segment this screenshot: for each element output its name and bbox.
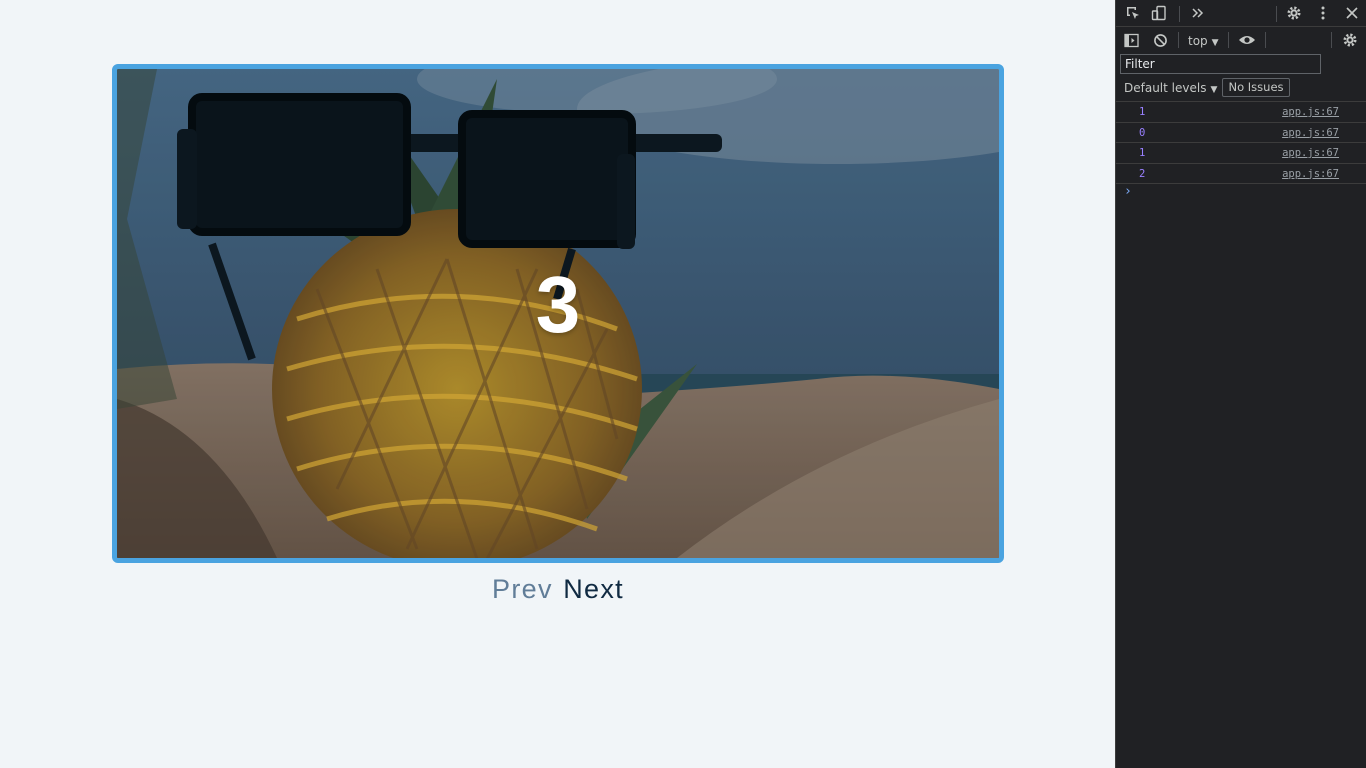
log-entry: 1 app.js:67 [1116, 102, 1366, 123]
log-source-link[interactable]: app.js:67 [1282, 147, 1339, 159]
dropdown-caret-icon: ▼ [1211, 38, 1219, 48]
console-toolbar [1116, 27, 1366, 53]
log-entry: 1 app.js:67 [1116, 143, 1366, 164]
log-value: 1 [1139, 106, 1146, 118]
log-entry: 2 app.js:67 [1116, 164, 1366, 184]
devtools-panel: top▼ Default levels▼ No Issues 1 app.js:… [1115, 0, 1366, 768]
console-prompt-icon[interactable]: › [1124, 184, 1132, 199]
close-icon[interactable] [1344, 5, 1360, 21]
slide-number: 3 [535, 260, 581, 349]
toolbar-divider [1178, 32, 1179, 48]
log-source-link[interactable]: app.js:67 [1282, 127, 1339, 139]
toolbar-divider [1228, 32, 1229, 48]
settings-icon[interactable] [1286, 5, 1302, 21]
sidebar-toggle-icon[interactable] [1124, 33, 1139, 48]
image-slider: 3 [112, 64, 1004, 563]
toolbar-divider [1265, 32, 1266, 48]
inspect-element-icon[interactable] [1125, 5, 1141, 21]
log-source-link[interactable]: app.js:67 [1282, 106, 1339, 118]
context-label: top [1188, 34, 1208, 48]
console-log: 1 app.js:67 0 app.js:67 1 app.js:67 2 ap… [1116, 101, 1366, 184]
context-selector[interactable]: top ▼ [1188, 34, 1219, 48]
slider-navigation: Prev Next [112, 574, 1004, 605]
issues-button[interactable]: No Issues [1222, 78, 1290, 97]
toolbar-divider [1276, 6, 1277, 22]
devtools-tabbar [1116, 0, 1366, 27]
log-source-link[interactable]: app.js:67 [1282, 168, 1339, 180]
log-levels-dropdown[interactable]: Default levels ▼ [1124, 81, 1217, 95]
dropdown-caret-icon: ▼ [1210, 85, 1218, 95]
log-value: 2 [1139, 167, 1146, 180]
console-filter-input[interactable] [1120, 54, 1321, 74]
log-levels-label: Default levels [1124, 81, 1207, 95]
more-tabs-icon[interactable] [1191, 6, 1205, 20]
live-expression-icon[interactable] [1238, 33, 1256, 47]
next-button[interactable]: Next [560, 574, 627, 605]
kebab-menu-icon[interactable] [1315, 5, 1331, 21]
log-value: 0 [1139, 126, 1146, 139]
log-entry: 0 app.js:67 [1116, 123, 1366, 143]
device-toolbar-icon[interactable] [1151, 5, 1167, 21]
log-value: 1 [1139, 147, 1146, 159]
page-content: 3 Prev Next [0, 0, 1115, 768]
toolbar-divider [1331, 32, 1332, 48]
console-settings-icon[interactable] [1342, 32, 1358, 48]
toolbar-divider [1179, 6, 1180, 22]
prev-button[interactable]: Prev [489, 574, 556, 605]
clear-console-icon[interactable] [1153, 33, 1168, 48]
